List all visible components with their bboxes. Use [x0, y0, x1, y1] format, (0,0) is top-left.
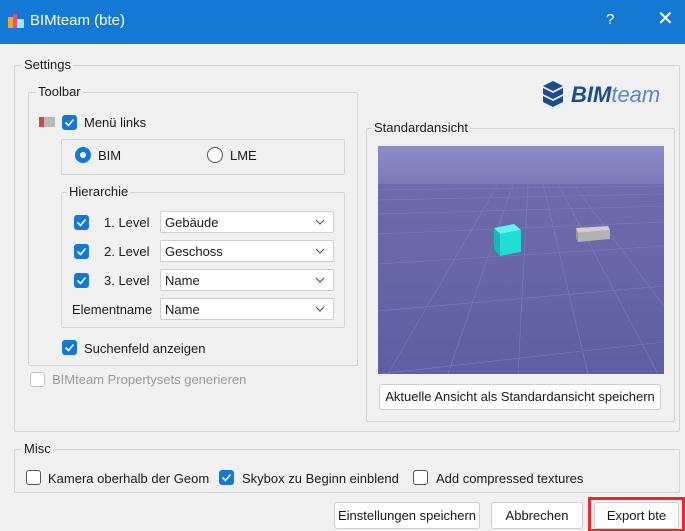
toolbar-legend: Toolbar: [36, 84, 83, 99]
menu-position-icon: [39, 117, 55, 127]
level-3-select[interactable]: Name: [160, 269, 334, 291]
check-icon: [64, 118, 75, 127]
mode-label-lme: LME: [230, 148, 257, 163]
level-2-select[interactable]: Geschoss: [160, 240, 334, 262]
level-3-label: 3. Level: [104, 273, 150, 288]
mode-radio-bim[interactable]: [75, 147, 91, 163]
level-1-value: Gebäude: [165, 215, 219, 230]
element-name-select[interactable]: Name: [160, 298, 334, 320]
check-icon: [221, 473, 232, 482]
help-button[interactable]: ?: [606, 11, 614, 28]
window-title: BIMteam (bte): [30, 12, 126, 29]
check-icon: [76, 276, 87, 285]
chevron-down-icon: [315, 248, 325, 254]
close-button[interactable]: ✕: [657, 9, 674, 29]
textures-checkbox[interactable]: [413, 470, 428, 485]
camera-label: Kamera oberhalb der Geom: [48, 471, 210, 486]
standard-view-legend: Standardansicht: [372, 120, 470, 135]
level-2-checkbox[interactable]: [74, 244, 89, 259]
logo-text: BIMteam: [571, 82, 661, 107]
menu-left-label: Menü links: [84, 115, 147, 130]
logo-icon: [543, 81, 563, 107]
settings-legend: Settings: [22, 57, 73, 72]
hierarchy-legend: Hierarchie: [67, 184, 131, 199]
save-settings-button[interactable]: Einstellungen speichern: [334, 502, 480, 529]
cancel-button[interactable]: Abbrechen: [491, 502, 583, 529]
level-1-label: 1. Level: [104, 215, 150, 230]
element-name-label: Elementname: [72, 302, 153, 317]
level-1-select[interactable]: Gebäude: [160, 211, 334, 233]
cyan-cube: [494, 224, 521, 256]
level-1-checkbox[interactable]: [74, 215, 89, 230]
check-icon: [76, 218, 87, 227]
chevron-down-icon: [315, 306, 325, 312]
mode-radio-lme[interactable]: [207, 147, 223, 163]
skybox-label: Skybox zu Beginn einblend: [242, 471, 399, 486]
title-bar: BIMteam (bte) ? ✕: [0, 0, 685, 44]
level-3-value: Name: [165, 273, 200, 288]
mode-label-bim: BIM: [98, 148, 122, 163]
misc-legend: Misc: [22, 441, 53, 456]
camera-checkbox[interactable]: [26, 470, 41, 485]
search-field-checkbox[interactable]: [62, 340, 77, 355]
level-2-label: 2. Level: [104, 244, 150, 259]
propertysets-label: BIMteam Propertysets generieren: [52, 372, 247, 387]
textures-label: Add compressed textures: [436, 471, 584, 486]
chevron-down-icon: [315, 219, 325, 225]
menu-left-checkbox[interactable]: [62, 115, 77, 130]
export-button[interactable]: Export bte: [594, 502, 679, 529]
skybox-checkbox[interactable]: [219, 470, 234, 485]
level-3-checkbox[interactable]: [74, 273, 89, 288]
propertysets-checkbox[interactable]: [30, 372, 45, 387]
save-standard-view-button[interactable]: Aktuelle Ansicht als Standardansicht spe…: [379, 384, 661, 410]
dialog-body: Settings BIMteam Toolbar Menü links BIM …: [0, 44, 685, 531]
3d-preview-viewport[interactable]: [378, 146, 664, 374]
chevron-down-icon: [315, 277, 325, 283]
element-name-value: Name: [165, 302, 200, 317]
search-field-label: Suchenfeld anzeigen: [84, 341, 206, 356]
check-icon: [64, 343, 75, 352]
app-icon: [8, 14, 24, 28]
check-icon: [76, 247, 87, 256]
3d-scene: [378, 146, 664, 374]
level-2-value: Geschoss: [165, 244, 223, 259]
